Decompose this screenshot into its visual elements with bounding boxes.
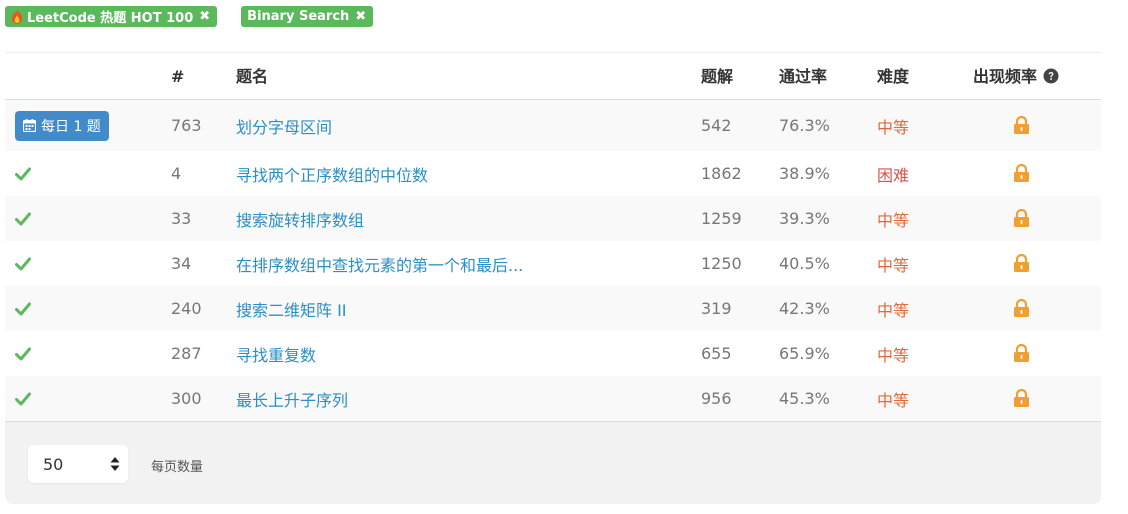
difficulty-label: 中等: [877, 300, 910, 320]
difficulty-label: 中等: [877, 345, 910, 365]
solutions-count: 1862: [701, 164, 742, 183]
status-cell: [15, 286, 31, 331]
problem-id: 300: [171, 389, 202, 408]
acceptance-rate: 65.9%: [779, 344, 830, 363]
status-cell: [15, 151, 31, 196]
frequency-cell: [1013, 376, 1030, 421]
problem-id: 4: [171, 164, 182, 183]
status-cell: 每日 1 题: [15, 100, 109, 151]
header-title[interactable]: 题名: [236, 53, 268, 100]
frequency-cell: [1013, 151, 1030, 196]
table-header: # 题名 题解 通过率 难度 出现频率: [5, 53, 1101, 100]
tag-hot100[interactable]: LeetCode 热题 HOT 100 ✖: [5, 6, 218, 27]
table-row: 34 在排序数组中查找元素的第一个和最后... 1250 40.5% 中等: [5, 241, 1101, 286]
problem-title-link[interactable]: 寻找两个正序数组的中位数: [236, 151, 428, 196]
daily-label: 每日 1 题: [41, 118, 101, 135]
lock-icon[interactable]: [1013, 389, 1030, 408]
close-icon[interactable]: ✖: [199, 9, 210, 24]
check-icon: [15, 257, 31, 270]
lock-icon[interactable]: [1013, 116, 1030, 135]
problem-title-link[interactable]: 搜索旋转排序数组: [236, 196, 364, 241]
lock-icon[interactable]: [1013, 164, 1030, 183]
close-icon[interactable]: ✖: [355, 9, 366, 24]
solutions-count: 542: [701, 116, 732, 135]
problem-title-link[interactable]: 最长上升子序列: [236, 376, 348, 421]
header-frequency[interactable]: 出现频率: [973, 53, 1059, 100]
table-row: 287 寻找重复数 655 65.9% 中等: [5, 331, 1101, 376]
acceptance-rate: 39.3%: [779, 209, 830, 228]
problem-title-link[interactable]: 搜索二维矩阵 II: [236, 286, 347, 331]
tag-binary-search[interactable]: Binary Search ✖: [241, 6, 374, 27]
acceptance-rate: 42.3%: [779, 299, 830, 318]
acceptance-rate: 76.3%: [779, 116, 830, 135]
tag-label: LeetCode 热题 HOT 100: [27, 11, 194, 26]
header-acceptance[interactable]: 通过率: [779, 53, 827, 100]
sort-arrows-icon: [110, 457, 120, 471]
problem-title-link[interactable]: 在排序数组中查找元素的第一个和最后...: [236, 241, 523, 286]
acceptance-rate: 40.5%: [779, 254, 830, 273]
problem-title-link[interactable]: 划分字母区间: [236, 100, 332, 151]
check-icon: [15, 302, 31, 315]
solutions-count: 1250: [701, 254, 742, 273]
page-size-label: 每页数量: [151, 460, 204, 475]
table-row: 4 寻找两个正序数组的中位数 1862 38.9% 困难: [5, 151, 1101, 196]
header-difficulty[interactable]: 难度: [877, 53, 909, 100]
solutions-count: 1259: [701, 209, 742, 228]
lock-icon[interactable]: [1013, 254, 1030, 273]
tag-label: Binary Search: [247, 9, 350, 24]
daily-question-button[interactable]: 每日 1 题: [15, 110, 109, 141]
status-cell: [15, 196, 31, 241]
header-solutions[interactable]: 题解: [701, 53, 733, 100]
frequency-cell: [1013, 286, 1030, 331]
problem-id: 240: [171, 299, 202, 318]
lock-icon[interactable]: [1013, 299, 1030, 318]
status-cell: [15, 376, 31, 421]
page-size-value: 50: [43, 455, 64, 474]
problem-table: # 题名 题解 通过率 难度 出现频率 每日 1 题 763 划分字母区间 542 76…: [5, 52, 1101, 504]
fire-icon: [12, 9, 22, 24]
filter-tags: LeetCode 热题 HOT 100 ✖ Binary Search ✖: [5, 6, 374, 27]
header-frequency-label: 出现频率: [973, 67, 1038, 86]
table-row: 300 最长上升子序列 956 45.3% 中等: [5, 376, 1101, 421]
frequency-cell: [1013, 196, 1030, 241]
check-icon: [15, 167, 31, 180]
table-row: 每日 1 题 763 划分字母区间 542 76.3% 中等: [5, 100, 1101, 151]
page-size-select[interactable]: 50: [28, 445, 128, 483]
difficulty-label: 中等: [877, 390, 910, 410]
solutions-count: 655: [701, 344, 732, 363]
acceptance-rate: 45.3%: [779, 389, 830, 408]
problem-id: 33: [171, 209, 192, 228]
solutions-count: 319: [701, 299, 732, 318]
question-circle-icon[interactable]: [1043, 68, 1059, 84]
problem-id: 287: [171, 344, 202, 363]
check-icon: [15, 212, 31, 225]
frequency-cell: [1013, 331, 1030, 376]
acceptance-rate: 38.9%: [779, 164, 830, 183]
difficulty-label: 中等: [877, 210, 910, 230]
lock-icon[interactable]: [1013, 209, 1030, 228]
check-icon: [15, 347, 31, 360]
difficulty-label: 困难: [877, 165, 910, 185]
check-icon: [15, 392, 31, 405]
difficulty-label: 中等: [877, 117, 910, 137]
status-cell: [15, 241, 31, 286]
frequency-cell: [1013, 241, 1030, 286]
header-id[interactable]: #: [171, 53, 184, 100]
difficulty-label: 中等: [877, 255, 910, 275]
problem-title-link[interactable]: 寻找重复数: [236, 331, 316, 376]
calendar-icon: [23, 119, 36, 132]
solutions-count: 956: [701, 389, 732, 408]
table-row: 33 搜索旋转排序数组 1259 39.3% 中等: [5, 196, 1101, 241]
lock-icon[interactable]: [1013, 344, 1030, 363]
status-cell: [15, 331, 31, 376]
table-footer: 50 每页数量: [5, 421, 1101, 504]
table-row: 240 搜索二维矩阵 II 319 42.3% 中等: [5, 286, 1101, 331]
problem-id: 34: [171, 254, 192, 273]
problem-id: 763: [171, 116, 202, 135]
frequency-cell: [1013, 100, 1030, 151]
